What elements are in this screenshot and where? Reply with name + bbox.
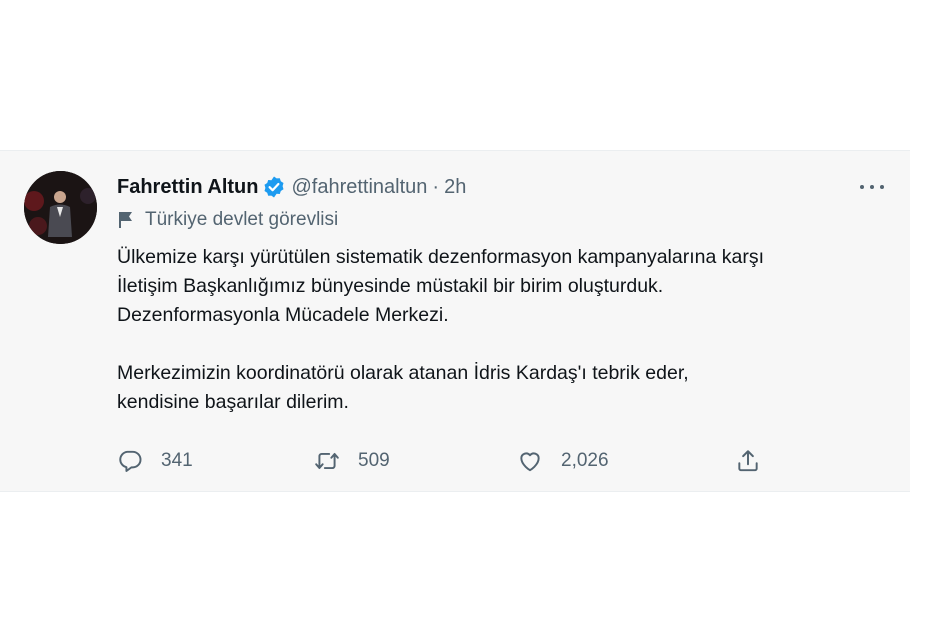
account-label[interactable]: Türkiye devlet görevlisi bbox=[117, 209, 338, 231]
tweet-text-line: Ülkemize karşı yürütülen sistematik deze… bbox=[117, 246, 765, 268]
tweet-text: Ülkemize karşı yürütülen sistematik deze… bbox=[117, 243, 887, 417]
account-label-text: Türkiye devlet görevlisi bbox=[145, 209, 339, 230]
heart-icon bbox=[520, 452, 540, 472]
retweet-icon bbox=[315, 452, 339, 470]
like-count: 2,026 bbox=[561, 450, 609, 471]
avatar[interactable] bbox=[24, 171, 97, 244]
more-icon[interactable] bbox=[860, 177, 884, 197]
verified-badge-icon bbox=[262, 175, 286, 199]
reply-count: 341 bbox=[161, 450, 193, 471]
tweet-text-line: kendisine başarılar dilerim. bbox=[117, 391, 349, 413]
reply-button[interactable]: 341 bbox=[117, 447, 193, 475]
share-button[interactable] bbox=[735, 447, 761, 475]
tweet-text-line: Dezenformasyonla Mücadele Merkezi. bbox=[117, 304, 449, 326]
author-name[interactable]: Fahrettin Altun bbox=[117, 176, 258, 199]
tweet-timestamp[interactable]: 2h bbox=[444, 176, 466, 199]
tweet-text-line: İletişim Başkanlığımız bünyesinde müstak… bbox=[117, 275, 664, 297]
avatar-image bbox=[24, 171, 97, 244]
tweet-card[interactable]: Fahrettin Altun @fahrettinaltun · 2h Tür… bbox=[0, 150, 910, 492]
author-handle[interactable]: @fahrettinaltun bbox=[291, 176, 427, 199]
tweet-actions: 341 509 2,026 bbox=[117, 447, 777, 475]
share-icon bbox=[738, 450, 758, 472]
tweet-text-line: Merkezimizin koordinatörü olarak atanan … bbox=[117, 362, 689, 384]
tweet-header: Fahrettin Altun @fahrettinaltun · 2h bbox=[117, 173, 466, 201]
reply-icon bbox=[119, 450, 142, 472]
flag-icon bbox=[119, 212, 132, 228]
separator-dot: · bbox=[432, 175, 440, 198]
retweet-count: 509 bbox=[358, 450, 390, 471]
retweet-button[interactable]: 509 bbox=[314, 447, 390, 475]
like-button[interactable]: 2,026 bbox=[517, 447, 609, 475]
